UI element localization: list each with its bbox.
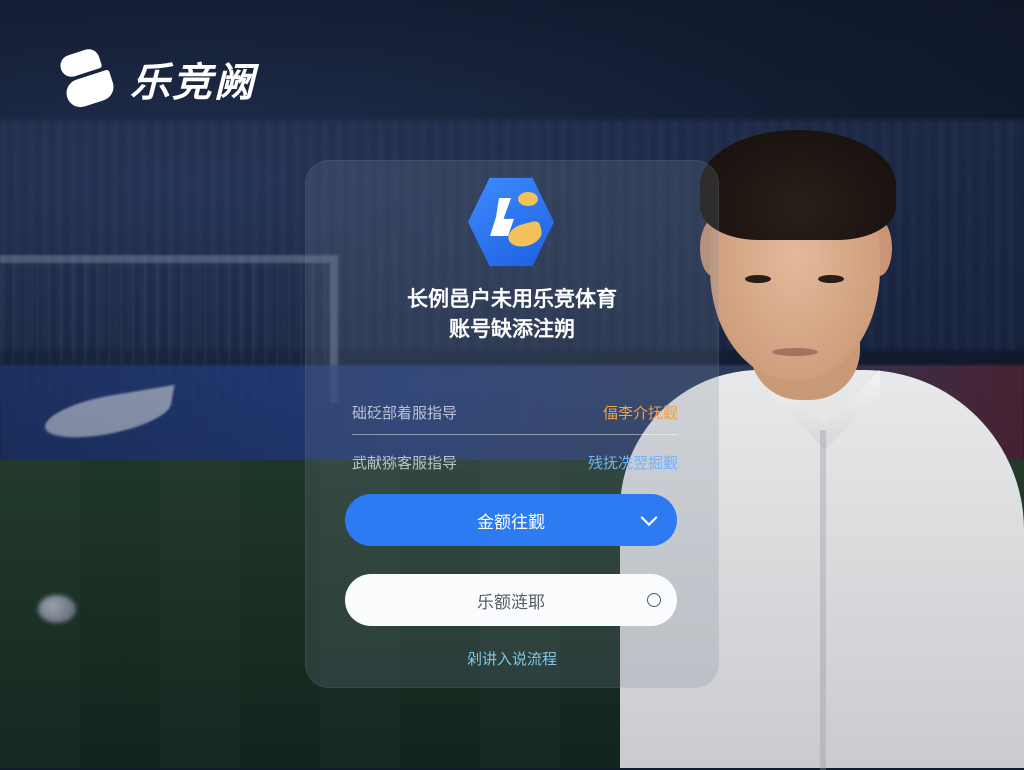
row-1-link[interactable]: 偪李介抚觐 (603, 402, 678, 423)
primary-button-label: 金额往觐 (477, 512, 545, 533)
hair (700, 130, 896, 240)
row-1-hint[interactable]: 础砭部着服指导 (352, 402, 457, 423)
mouth (772, 348, 818, 356)
row-2-link[interactable]: 残抚冼翌掘觐 (588, 452, 678, 473)
headline-line-2: 账号缺添注朔 (449, 317, 575, 341)
brand-logo-icon (54, 48, 120, 110)
footer-link[interactable]: 剁讲入说流程 (305, 648, 719, 669)
brand-logo[interactable]: 乐竞阙 (54, 48, 256, 110)
circle-icon (647, 593, 661, 607)
brand-name: 乐竞阙 (130, 60, 256, 106)
secondary-button-label: 乐额涟耶 (477, 592, 545, 613)
eye-left (745, 275, 771, 283)
field-row-1: 础砭部着服指导 偪李介抚觐 (352, 398, 678, 435)
headline-line-1: 长例邑户未用乐竞体育 (407, 287, 617, 311)
field-row-2: 武献猕客服指导 残抚冼翌掘觐 (352, 448, 678, 476)
eye-right (818, 275, 844, 283)
secondary-button[interactable]: 乐额涟耶 (345, 574, 677, 626)
row-2-hint[interactable]: 武献猕客服指导 (352, 452, 457, 473)
primary-button[interactable]: 金额往觐 (345, 494, 677, 546)
card-headline: 长例邑户未用乐竞体育 账号缺添注朔 (305, 284, 719, 344)
chevron-down-icon (640, 509, 658, 527)
app-icon (468, 176, 554, 268)
